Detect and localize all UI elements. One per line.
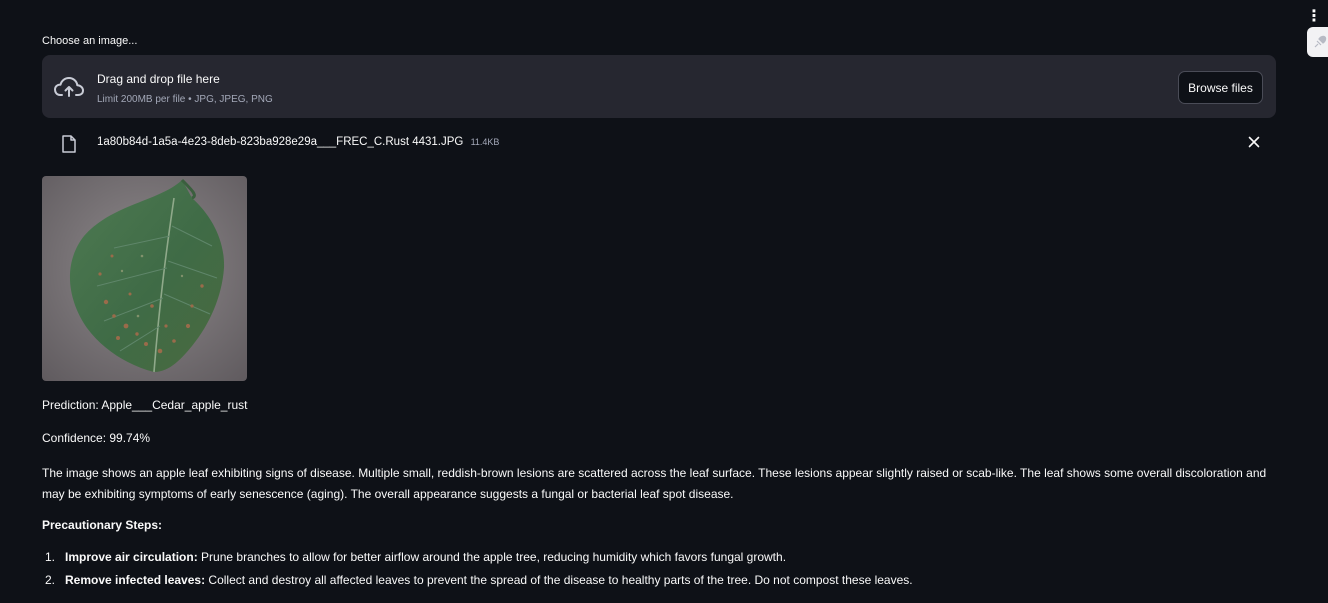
uploaded-leaf-image [42, 176, 247, 381]
step-text: Prune branches to allow for better airfl… [197, 550, 787, 564]
description-text: The image shows an apple leaf exhibiting… [42, 466, 1267, 501]
list-item: 2. Remove infected leaves: Collect and d… [42, 573, 913, 596]
list-item: 1. Improve air circulation: Prune branch… [42, 550, 913, 573]
step-number: 1. [45, 550, 56, 564]
file-icon [62, 135, 76, 153]
close-icon[interactable] [1248, 136, 1260, 148]
deploy-icon [1314, 35, 1327, 48]
step-title: Improve air circulation: [65, 550, 198, 564]
browse-files-button[interactable]: Browse files [1178, 71, 1263, 104]
app-page: ⋮ Choose an image... Drag and drop file … [0, 0, 1328, 603]
file-name: 1a80b84d-1a5a-4e23-8deb-823ba928e29a___F… [97, 136, 499, 148]
step-number: 2. [45, 573, 56, 587]
deploy-button[interactable] [1307, 27, 1328, 57]
file-name-text: 1a80b84d-1a5a-4e23-8deb-823ba928e29a___F… [97, 136, 464, 148]
file-dropzone[interactable]: Drag and drop file here Limit 200MB per … [42, 55, 1276, 118]
vertical-dots-icon: ⋮ [1306, 8, 1322, 25]
precautionary-steps-list: 1. Improve air circulation: Prune branch… [42, 550, 913, 596]
main-menu-button[interactable]: ⋮ [1300, 6, 1328, 28]
uploader-label: Choose an image... [42, 35, 138, 47]
prediction-text: Prediction: Apple___Cedar_apple_rust [42, 398, 248, 412]
uploaded-file-row: 1a80b84d-1a5a-4e23-8deb-823ba928e29a___F… [42, 130, 1276, 156]
cloud-upload-icon [54, 77, 84, 97]
dropzone-title: Drag and drop file here [97, 72, 220, 86]
file-size: 11.4KB [470, 137, 500, 147]
dropzone-subtitle: Limit 200MB per file • JPG, JPEG, PNG [97, 94, 273, 105]
step-title: Remove infected leaves: [65, 573, 206, 587]
step-text: Collect and destroy all affected leaves … [205, 573, 913, 587]
confidence-text: Confidence: 99.74% [42, 431, 151, 445]
precautionary-steps-heading: Precautionary Steps: [42, 518, 163, 532]
